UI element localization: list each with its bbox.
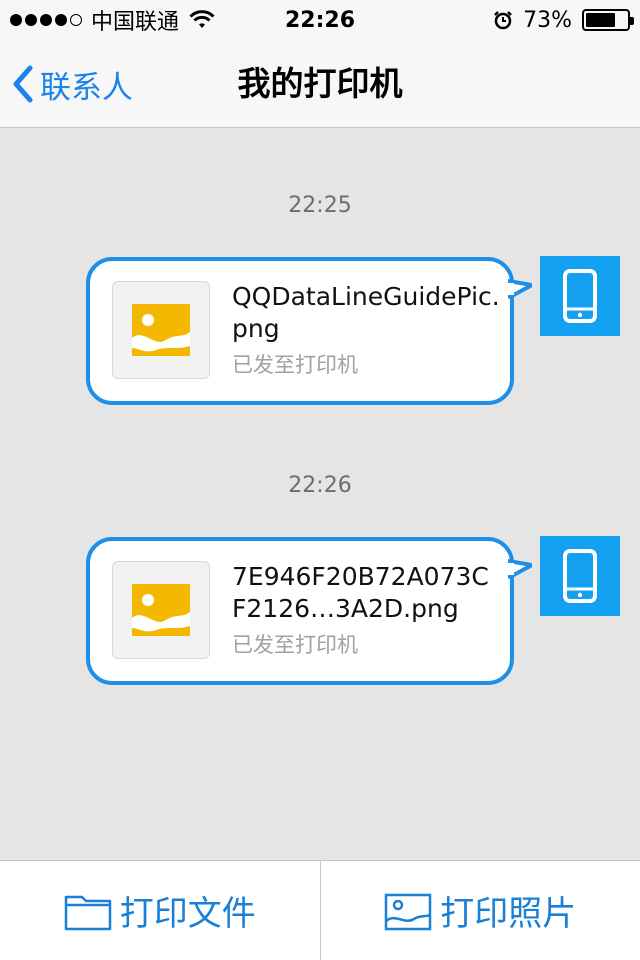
wifi-icon <box>189 10 215 28</box>
alarm-icon <box>494 11 512 30</box>
photo-icon <box>385 893 432 930</box>
sender-avatar[interactable] <box>540 256 620 336</box>
navigation-bar: 我的打印机 联系人 <box>0 40 640 128</box>
bottom-toolbar: 打印文件 打印照片 <box>0 860 640 960</box>
chevron-left-icon <box>13 65 33 103</box>
folder-icon <box>64 895 111 930</box>
phone-icon <box>563 269 597 323</box>
battery-icon <box>582 9 634 31</box>
signal-strength-icon <box>10 14 85 26</box>
file-message-bubble[interactable]: 7E946F20B72A073CF2126…3A2D.png 已发至打印机 <box>86 537 532 685</box>
sender-avatar[interactable] <box>540 536 620 616</box>
bubble-tail <box>508 279 532 299</box>
file-status: 已发至打印机 <box>232 633 358 657</box>
image-file-icon <box>112 561 210 659</box>
back-button-label: 联系人 <box>40 69 133 106</box>
file-name: QQDataLineGuidePic.png <box>232 282 500 343</box>
image-file-icon <box>112 281 210 379</box>
print-file-button[interactable]: 打印文件 <box>0 861 320 960</box>
status-bar: 中国联通 22:26 73% <box>0 0 640 40</box>
message-timestamp: 22:25 <box>288 193 352 218</box>
file-status: 已发至打印机 <box>232 353 358 377</box>
phone-icon <box>563 549 597 603</box>
back-button[interactable]: 联系人 <box>10 60 133 108</box>
battery-level-fill <box>586 13 616 27</box>
carrier-name: 中国联通 <box>91 10 180 35</box>
file-name: 7E946F20B72A073CF2126…3A2D.png <box>232 562 489 623</box>
print-photo-button[interactable]: 打印照片 <box>319 861 640 960</box>
print-file-label: 打印文件 <box>119 894 256 934</box>
message-timestamp: 22:26 <box>288 473 352 498</box>
print-photo-label: 打印照片 <box>440 894 577 934</box>
battery-percentage: 73% <box>523 7 572 33</box>
file-message-bubble[interactable]: QQDataLineGuidePic.png 已发至打印机 <box>86 257 532 405</box>
bubble-tail <box>508 559 532 579</box>
